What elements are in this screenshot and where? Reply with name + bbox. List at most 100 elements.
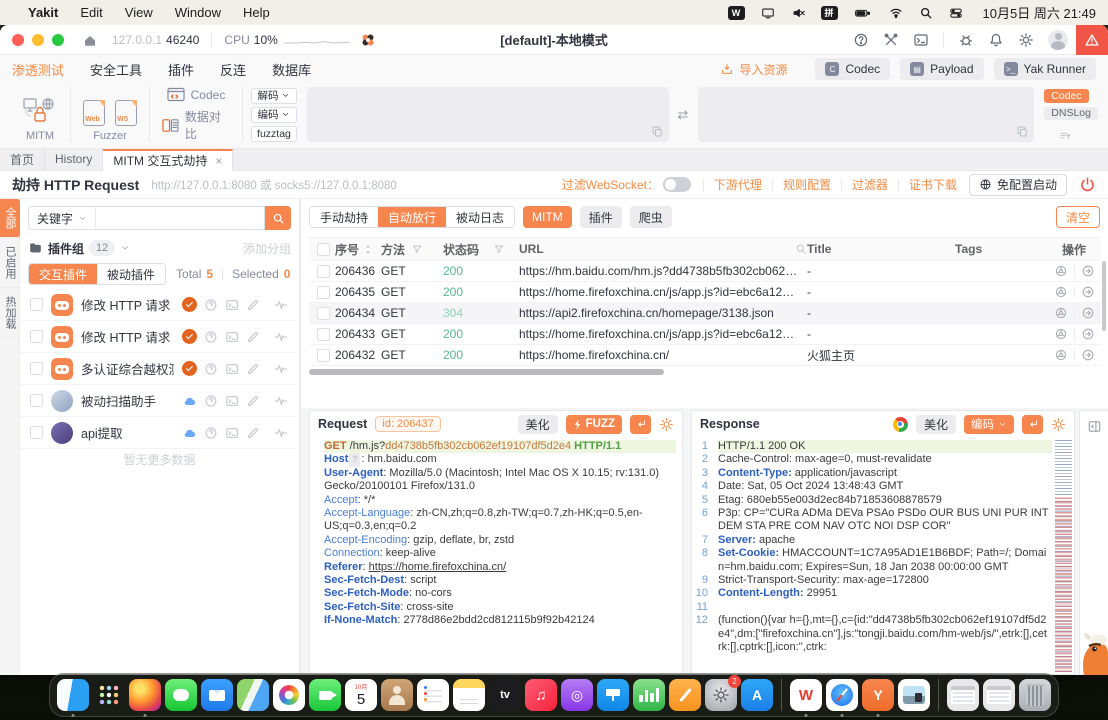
plugin-row[interactable]: 修改 HTTP 请求 He... — [20, 321, 299, 353]
zoom-window-button[interactable] — [52, 34, 64, 46]
plugin-search-input[interactable] — [95, 206, 265, 230]
edit-icon[interactable] — [246, 330, 260, 344]
swap-icon[interactable]: ⇄ — [677, 107, 688, 123]
dock-messages[interactable] — [165, 679, 197, 711]
host-hint-icon[interactable]: ? — [349, 453, 360, 466]
ws-fuzzer-icon[interactable]: WS — [115, 100, 137, 126]
codec-input-area[interactable] — [307, 87, 669, 142]
view-tab-mitm[interactable]: MITM — [523, 206, 572, 228]
downstream-proxy-link[interactable]: 下游代理 — [714, 176, 762, 193]
dock-contacts[interactable] — [381, 679, 413, 711]
fuzztag-button[interactable]: fuzztag — [251, 126, 297, 142]
side-tab-dnslog[interactable]: DNSLog — [1044, 107, 1098, 121]
control-center-icon[interactable] — [948, 6, 964, 20]
fuzz-button[interactable]: FUZZ — [566, 415, 622, 434]
codec-output-area[interactable] — [698, 87, 1034, 142]
tab-mitm[interactable]: MITM 交互式劫持× — [103, 149, 233, 171]
dock-podcasts[interactable]: ◎ — [561, 679, 593, 711]
terminal-icon[interactable] — [225, 298, 239, 312]
referer-link[interactable]: https://home.firefoxchina.cn/ — [369, 561, 507, 573]
execute-waveform-icon[interactable] — [273, 362, 289, 376]
dock-app-store[interactable]: A — [741, 679, 773, 711]
goto-detail-icon[interactable] — [1081, 285, 1095, 299]
rail-tab-hotload[interactable]: 热加载 — [0, 288, 20, 338]
editor-minimap[interactable] — [1055, 439, 1072, 672]
tab-passive-plugins[interactable]: 被动插件 — [97, 264, 165, 284]
dock-photos[interactable] — [273, 679, 305, 711]
import-resource-button[interactable]: 导入资源 — [720, 61, 787, 78]
editor-settings-icon[interactable] — [1051, 417, 1066, 432]
terminal-icon[interactable] — [225, 426, 239, 440]
dock-yakit[interactable]: Y — [862, 679, 894, 711]
tab-interactive-plugins[interactable]: 交互插件 — [29, 264, 97, 284]
filter-funnel-icon[interactable] — [411, 243, 423, 255]
close-icon[interactable]: × — [215, 154, 222, 168]
dock-maps[interactable] — [237, 679, 269, 711]
data-compare-tool[interactable]: 数据对比 — [162, 108, 230, 142]
filter-websocket-toggle[interactable] — [663, 177, 691, 192]
decode-dropdown[interactable]: 解码 — [251, 88, 297, 104]
nav-database[interactable]: 数据库 — [272, 60, 311, 79]
row-checkbox[interactable] — [317, 265, 330, 278]
copy-icon[interactable] — [651, 125, 664, 138]
open-in-browser-icon[interactable] — [1054, 327, 1068, 341]
edit-icon[interactable] — [246, 394, 260, 408]
dock-finder[interactable] — [57, 679, 89, 711]
battery-icon[interactable] — [853, 6, 873, 20]
open-in-browser-icon[interactable] — [1054, 306, 1068, 320]
no-config-start-button[interactable]: 免配置启动 — [969, 174, 1067, 196]
plugin-checkbox[interactable] — [30, 394, 43, 407]
tab-history[interactable]: History — [45, 148, 103, 170]
menu-help[interactable]: Help — [243, 5, 270, 20]
help-icon[interactable] — [204, 330, 218, 344]
help-icon[interactable] — [204, 362, 218, 376]
close-window-button[interactable] — [12, 34, 24, 46]
filter-link[interactable]: 过滤器 — [852, 176, 888, 193]
goto-detail-icon[interactable] — [1081, 264, 1095, 278]
mode-auto-pass[interactable]: 自动放行 — [378, 207, 446, 227]
alert-button[interactable] — [1076, 25, 1108, 55]
goto-detail-icon[interactable] — [1081, 306, 1095, 320]
chrome-icon[interactable] — [893, 417, 908, 432]
help-icon[interactable] — [204, 394, 218, 408]
collapse-panel-icon[interactable] — [1087, 419, 1102, 434]
keyword-select[interactable]: 关键字 — [28, 206, 95, 230]
edit-icon[interactable] — [246, 426, 260, 440]
mute-icon[interactable] — [791, 6, 806, 20]
dock-minimized-window[interactable] — [947, 679, 979, 711]
bug-icon[interactable] — [958, 32, 974, 48]
execute-waveform-icon[interactable] — [273, 394, 289, 408]
dock-preview[interactable] — [898, 679, 930, 711]
goto-detail-icon[interactable] — [1081, 327, 1095, 341]
settings-gear-icon[interactable] — [1018, 32, 1034, 48]
view-tab-crawler[interactable]: 爬虫 — [630, 206, 672, 228]
wifi-icon[interactable] — [888, 6, 904, 19]
execute-waveform-icon[interactable] — [273, 298, 289, 312]
table-row[interactable]: 206434 GET 304 https://api2.firefoxchina… — [309, 303, 1101, 324]
dock-reminders[interactable] — [417, 679, 449, 711]
open-in-browser-icon[interactable] — [1054, 264, 1068, 278]
request-editor[interactable]: GET /hm.js?dd4738b5fb302cb062ef19107df5d… — [310, 437, 682, 674]
table-row[interactable]: 206433 GET 200 https://home.firefoxchina… — [309, 324, 1101, 345]
menu-edit[interactable]: Edit — [80, 5, 102, 20]
table-row[interactable]: 206432 GET 200 https://home.firefoxchina… — [309, 345, 1101, 366]
row-checkbox[interactable] — [317, 286, 330, 299]
plugin-checkbox[interactable] — [30, 362, 43, 375]
edit-icon[interactable] — [246, 362, 260, 376]
copy-icon[interactable] — [1016, 125, 1029, 138]
rail-tab-all[interactable]: 全部 — [0, 199, 20, 238]
nav-security-tools[interactable]: 安全工具 — [90, 60, 142, 79]
search-icon[interactable] — [795, 243, 807, 255]
web-fuzzer-icon[interactable]: Web — [83, 100, 105, 126]
home-icon[interactable] — [82, 32, 98, 48]
dock-system-settings[interactable]: 2 — [705, 679, 737, 711]
table-horizontal-scrollbar[interactable] — [309, 369, 664, 375]
dock-facetime[interactable] — [309, 679, 341, 711]
dock-mail[interactable] — [201, 679, 233, 711]
plugin-checkbox[interactable] — [30, 298, 43, 311]
dock-keynote[interactable] — [597, 679, 629, 711]
table-row[interactable]: 206435 GET 200 https://home.firefoxchina… — [309, 282, 1101, 303]
power-icon[interactable] — [1079, 176, 1096, 193]
table-row[interactable]: 206436 GET 200 https://hm.baidu.com/hm.j… — [309, 261, 1101, 282]
beautify-button[interactable]: 美化 — [916, 415, 956, 434]
